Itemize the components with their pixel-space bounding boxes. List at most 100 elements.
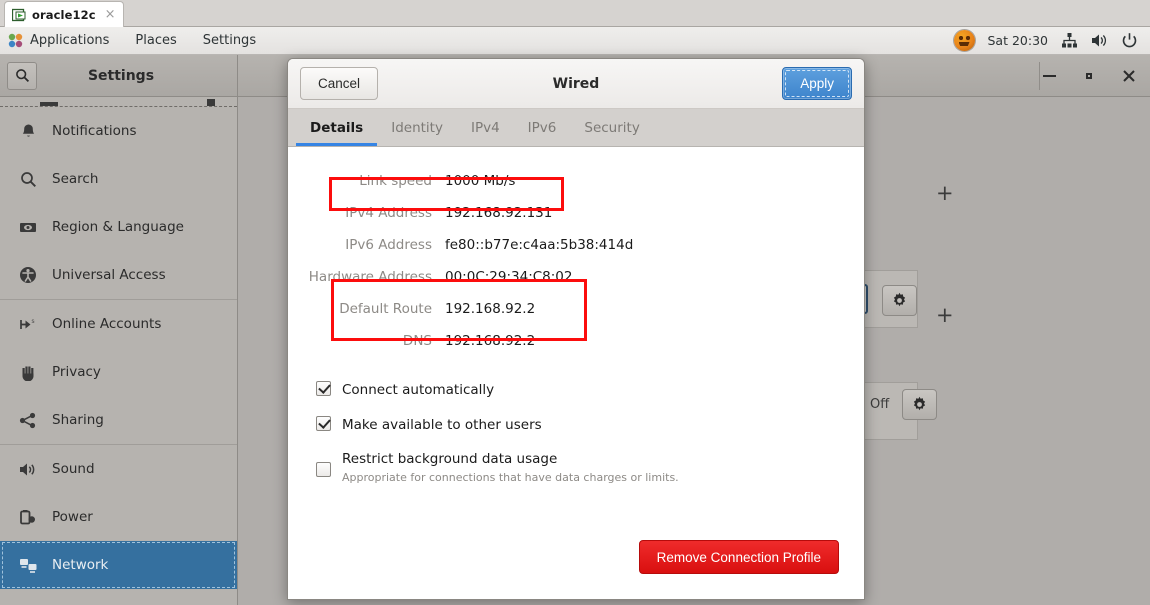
menu-settings[interactable]: Settings (190, 27, 269, 55)
option-label: Make available to other users (342, 416, 542, 433)
make-available-checkbox[interactable] (316, 415, 331, 431)
detail-label: DNS (402, 333, 432, 349)
sidebar-scroll-cut (0, 97, 237, 107)
detail-row-link-speed: Link speed 1000 Mb/s (288, 165, 864, 197)
gnome-top-bar: Applications Places Settings Sat 20:30 (0, 27, 1150, 55)
tab-identity[interactable]: Identity (377, 109, 457, 146)
remove-connection-profile-button[interactable]: Remove Connection Profile (638, 540, 839, 574)
option-description: Appropriate for connections that have da… (342, 470, 679, 484)
apply-button[interactable]: Apply (782, 67, 852, 100)
battery-icon (18, 507, 38, 527)
menu-applications-label: Applications (30, 33, 110, 48)
volume-icon[interactable] (1091, 32, 1108, 49)
sidebar-item-universal-access[interactable]: Universal Access (0, 251, 237, 299)
sidebar-item-label: Sharing (52, 412, 104, 428)
close-icon (1123, 69, 1135, 82)
detail-label: IPv6 Address (345, 237, 432, 253)
tab-ipv6[interactable]: IPv6 (514, 109, 571, 146)
speaker-icon (18, 459, 38, 479)
tab-security[interactable]: Security (570, 109, 653, 146)
sidebar-item-region-language[interactable]: Region & Language (0, 203, 237, 251)
sidebar-item-sound[interactable]: Sound (0, 445, 237, 493)
network-wired-icon[interactable] (1061, 32, 1078, 49)
window-controls (1038, 55, 1140, 97)
detail-value: 192.168.92.2 (445, 333, 536, 349)
gear-button-1[interactable] (882, 285, 917, 316)
vm-tab-oracle12c[interactable]: oracle12c × (4, 1, 124, 27)
menu-applications[interactable]: Applications (0, 27, 122, 55)
flag-icon (18, 217, 38, 237)
sidebar-item-label: Online Accounts (52, 316, 162, 332)
detail-value: 00:0C:29:34:C8:02 (445, 269, 573, 285)
menu-places-label: Places (135, 33, 177, 48)
option-connect-automatically[interactable]: Connect automatically (316, 379, 864, 399)
gear-icon (913, 396, 926, 411)
detail-label: Hardware Address (308, 269, 432, 285)
network-icon (18, 555, 38, 575)
gear-icon (893, 292, 906, 307)
close-icon[interactable]: × (105, 8, 116, 21)
add-connection-button-1[interactable]: + (936, 183, 954, 204)
power-icon[interactable] (1121, 32, 1138, 49)
sidebar-item-power[interactable]: Power (0, 493, 237, 541)
detail-value: 192.168.92.2 (445, 301, 536, 317)
detail-row-hardware-address: Hardware Address 00:0C:29:34:C8:02 (288, 261, 864, 293)
sidebar-item-label: Search (52, 171, 99, 187)
detail-row-ipv4-address: IPv4 Address 192.168.92.131 (288, 197, 864, 229)
search-button[interactable] (7, 61, 37, 90)
menu-places[interactable]: Places (122, 27, 189, 55)
tab-ipv4[interactable]: IPv4 (457, 109, 514, 146)
vm-tab-strip: oracle12c × (0, 0, 1150, 27)
maximize-icon (1086, 72, 1092, 79)
pumpkin-icon[interactable] (953, 30, 975, 51)
sidebar-item-sharing[interactable]: Sharing (0, 396, 237, 444)
share-icon (18, 410, 38, 430)
online-accounts-icon: s (18, 314, 38, 334)
maximize-button[interactable] (1078, 65, 1100, 87)
connect-automatically-checkbox[interactable] (316, 381, 331, 396)
sidebar-item-privacy[interactable]: Privacy (0, 348, 237, 396)
sidebar-item-online-accounts[interactable]: s Online Accounts (0, 300, 237, 348)
sidebar-item-label: Sound (52, 461, 95, 477)
clock[interactable]: Sat 20:30 (988, 33, 1049, 48)
apply-label: Apply (800, 76, 834, 91)
sidebar-item-label: Power (52, 509, 93, 525)
sidebar-item-label: Privacy (52, 364, 101, 380)
sidebar-item-network[interactable]: Network (0, 541, 237, 589)
minimize-icon (1042, 74, 1056, 77)
search-icon (18, 169, 38, 189)
tab-label: Details (310, 119, 364, 136)
detail-label: Default Route (339, 301, 432, 317)
page-title: Settings (87, 67, 155, 84)
sidebar-item-label: Network (52, 557, 109, 573)
options-list: Connect automatically Make available to … (288, 379, 864, 484)
option-make-available-to-other-users[interactable]: Make available to other users (316, 414, 864, 434)
sidebar-item-label: Notifications (52, 123, 137, 139)
detail-label: IPv4 Address (345, 205, 432, 221)
cancel-button[interactable]: Cancel (300, 67, 379, 100)
option-label: Restrict background data usage (342, 451, 558, 468)
close-button[interactable] (1118, 65, 1140, 87)
detail-value: 192.168.92.131 (445, 205, 553, 221)
sidebar-item-search[interactable]: Search (0, 155, 237, 203)
dialog-header: Cancel Wired Apply (288, 59, 864, 109)
detail-row-dns: DNS 192.168.92.2 (288, 325, 864, 357)
gear-button-2[interactable] (902, 389, 937, 420)
wired-connection-dialog: Cancel Wired Apply Details Identity IPv4… (287, 58, 865, 600)
sidebar-item-notifications[interactable]: Notifications (0, 107, 237, 155)
hand-icon (18, 362, 38, 382)
restrict-background-data-checkbox[interactable] (316, 462, 331, 478)
tab-details[interactable]: Details (296, 109, 378, 146)
details-list: Link speed 1000 Mb/s IPv4 Address 192.16… (288, 165, 864, 357)
option-restrict-background-data[interactable]: Restrict background data usage Appropria… (316, 448, 864, 484)
tab-label: IPv6 (527, 119, 557, 136)
minimize-button[interactable] (1038, 65, 1060, 87)
dialog-tabs[interactable]: Details Identity IPv4 IPv6 Security (288, 109, 864, 147)
add-connection-button-2[interactable]: + (936, 305, 954, 326)
vm-tab-label: oracle12c (32, 7, 96, 22)
tab-label: Identity (391, 119, 443, 136)
top-bar-menus: Applications Places Settings (0, 27, 269, 55)
tab-label: IPv4 (470, 119, 500, 136)
settings-sidebar[interactable]: Notifications Search Region & Language U… (0, 97, 238, 605)
sidebar-item-label: Universal Access (52, 267, 166, 283)
